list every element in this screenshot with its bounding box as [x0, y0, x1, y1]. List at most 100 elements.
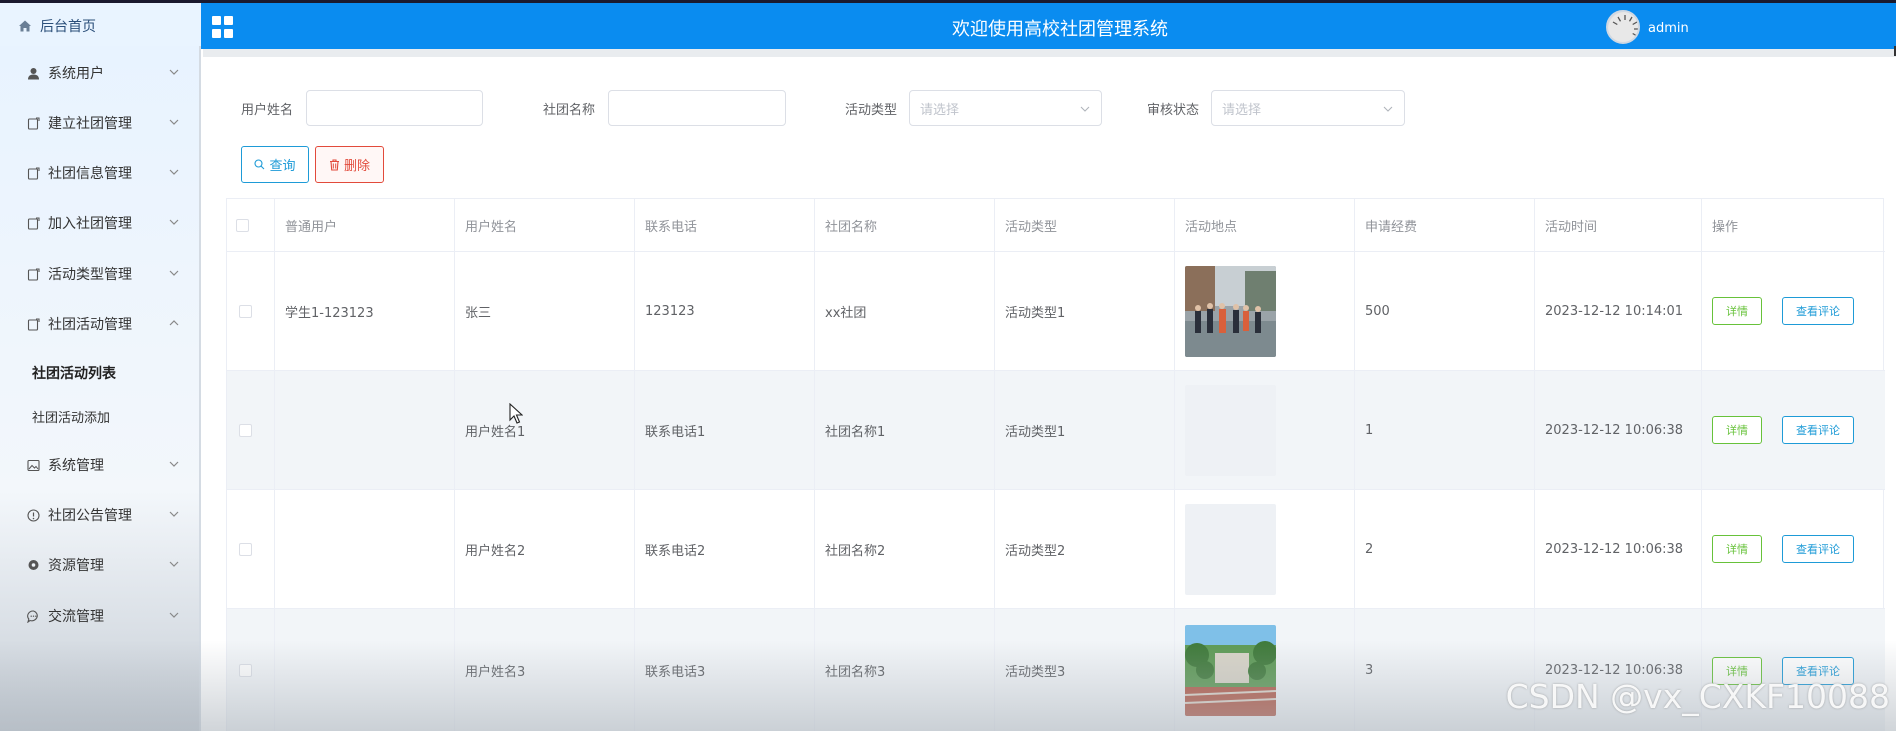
view-comments-button[interactable]: 查看评论 [1782, 535, 1854, 563]
select-all-checkbox[interactable] [236, 218, 249, 232]
sidebar-item-label: 社团公告管理 [48, 508, 132, 524]
row-checkbox[interactable] [239, 423, 252, 437]
chevron-down-icon [1080, 106, 1090, 112]
sidebar-item-system-manage[interactable]: 系统管理 [0, 445, 201, 485]
chevron-down-icon [169, 270, 179, 276]
activity-photo[interactable] [1185, 265, 1276, 357]
column-header[interactable]: 活动时间 [1535, 199, 1702, 251]
cell-funds: 1 [1355, 371, 1535, 489]
cell-club: 社团名称1 [815, 371, 995, 489]
view-comments-button[interactable]: 查看评论 [1782, 416, 1854, 444]
cell-user [275, 371, 455, 489]
home-link[interactable]: 后台首页 [0, 3, 201, 49]
chat-icon [26, 609, 40, 623]
activity-photo-empty[interactable] [1185, 503, 1276, 595]
cell-type: 活动类型2 [995, 490, 1175, 608]
doc-icon [26, 267, 40, 281]
grid-menu-icon[interactable] [212, 16, 234, 38]
cell-club: 社团名称3 [815, 609, 995, 731]
cell-funds: 500 [1355, 252, 1535, 370]
status-filter-select[interactable]: 请选择 [1211, 90, 1405, 126]
cell-photo [1175, 490, 1355, 608]
cell-actions: 详情 查看评论 [1702, 252, 1885, 370]
trash-icon [329, 158, 339, 171]
row-checkbox[interactable] [239, 664, 252, 677]
table-row[interactable]: 用户姓名2 联系电话2 社团名称2 活动类型2 2 2023-12-12 10:… [227, 490, 1885, 609]
username-filter-input[interactable] [306, 90, 483, 126]
sidebar-item-label: 交流管理 [48, 609, 104, 625]
type-filter-select[interactable]: 请选择 [909, 90, 1102, 126]
search-icon [254, 159, 265, 170]
cell-phone: 联系电话3 [635, 609, 815, 731]
sidebar-item-club-info[interactable]: 社团信息管理 [0, 153, 201, 193]
cell-club: xx社团 [815, 252, 995, 370]
sidebar-subitem-activity-add[interactable]: 社团活动添加 [0, 398, 201, 434]
chevron-down-icon [169, 461, 179, 467]
search-button[interactable]: 查询 [241, 146, 309, 183]
column-header[interactable]: 社团名称 [815, 199, 995, 251]
home-icon [19, 20, 31, 32]
sidebar-item-label: 社团信息管理 [48, 166, 132, 182]
cell-user: 学生1-123123 [275, 252, 455, 370]
table-row[interactable]: 用户姓名1 联系电话1 社团名称1 活动类型1 1 2023-12-12 10:… [227, 371, 1885, 490]
sidebar-subitem-activity-list[interactable]: 社团活动列表 [0, 355, 201, 391]
sidebar-item-label: 加入社团管理 [48, 216, 132, 232]
chevron-down-icon [169, 69, 179, 75]
chevron-down-icon [169, 119, 179, 125]
cell-type: 活动类型1 [995, 252, 1175, 370]
cell-phone: 123123 [635, 252, 815, 370]
sidebar-item-activity-type[interactable]: 活动类型管理 [0, 254, 201, 294]
column-header[interactable]: 用户姓名 [455, 199, 635, 251]
sidebar-item-system-users[interactable]: 系统用户 [0, 53, 201, 93]
view-comments-button[interactable]: 查看评论 [1782, 297, 1854, 325]
column-header[interactable]: 活动类型 [995, 199, 1175, 251]
sidebar-item-club-notice[interactable]: 社团公告管理 [0, 495, 201, 535]
username[interactable]: admin [1648, 21, 1689, 36]
cell-actions: 详情 查看评论 [1702, 490, 1885, 608]
cell-name: 用户姓名3 [455, 609, 635, 731]
select-all-cell [227, 199, 275, 251]
cell-type: 活动类型3 [995, 609, 1175, 731]
sidebar-item-label: 资源管理 [48, 558, 104, 574]
top-header: 后台首页 欢迎使用高校社团管理系统 admin [0, 0, 1896, 49]
cell-photo [1175, 371, 1355, 489]
activity-photo[interactable] [1185, 625, 1276, 716]
detail-button[interactable]: 详情 [1712, 535, 1762, 563]
sidebar-item-label: 系统用户 [48, 66, 104, 82]
detail-button[interactable]: 详情 [1712, 297, 1762, 325]
sidebar-item-resources[interactable]: 资源管理 [0, 545, 201, 585]
row-checkbox[interactable] [239, 542, 252, 556]
row-checkbox[interactable] [239, 304, 252, 318]
sidebar-item-communication[interactable]: 交流管理 [0, 596, 201, 636]
cell-photo [1175, 609, 1355, 731]
cell-phone: 联系电话1 [635, 371, 815, 489]
detail-button[interactable]: 详情 [1712, 416, 1762, 444]
sidebar-subitem-label: 社团活动列表 [32, 366, 116, 382]
sidebar-item-join-club[interactable]: 加入社团管理 [0, 203, 201, 243]
activity-photo-empty[interactable] [1185, 384, 1276, 476]
club-filter-input[interactable] [608, 90, 786, 126]
avatar[interactable] [1606, 10, 1640, 44]
sidebar-item-label: 系统管理 [48, 458, 104, 474]
sidebar: 系统用户 建立社团管理 社团信息管理 加入社团管理 活动类型管理 社团活动管理 … [0, 46, 201, 731]
status-filter-placeholder: 请选择 [1222, 102, 1262, 118]
chevron-down-icon [169, 511, 179, 517]
cell-funds: 2 [1355, 490, 1535, 608]
sidebar-item-create-club[interactable]: 建立社团管理 [0, 103, 201, 143]
sidebar-item-club-activity[interactable]: 社团活动管理 [0, 304, 201, 344]
column-header[interactable]: 申请经费 [1355, 199, 1535, 251]
row-select-cell [227, 371, 275, 489]
cell-phone: 联系电话2 [635, 490, 815, 608]
row-select-cell [227, 252, 275, 370]
sidebar-item-label: 建立社团管理 [48, 116, 132, 132]
delete-button[interactable]: 删除 [315, 146, 384, 183]
sidebar-subitem-label: 社团活动添加 [32, 410, 111, 426]
column-header[interactable]: 活动地点 [1175, 199, 1355, 251]
column-header[interactable]: 普通用户 [275, 199, 455, 251]
mouse-cursor-icon [509, 403, 523, 424]
cell-name: 用户姓名2 [455, 490, 635, 608]
column-header[interactable]: 联系电话 [635, 199, 815, 251]
doc-icon [26, 166, 40, 180]
picture-icon [26, 458, 40, 472]
table-row[interactable]: 学生1-123123 张三 123123 xx社团 活动类型1 500 2023… [227, 252, 1885, 371]
